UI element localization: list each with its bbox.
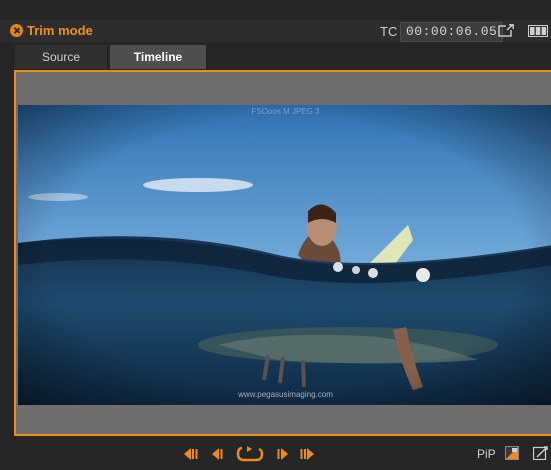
timecode-label: TC [380,24,398,39]
pip-label: PiP [477,447,496,461]
timecode-field[interactable]: 00:00:06.05 [400,22,504,42]
layout-icon[interactable] [528,25,548,37]
window-title: Trim mode [27,23,93,38]
watermark-bottom: www.pegasusimaging.com [238,390,333,399]
pip-edit-icon[interactable] [533,446,549,460]
pip-toggle-icon[interactable] [505,446,519,460]
tab-timeline[interactable]: Timeline [110,45,206,69]
video-image [18,105,551,405]
transport-bar: PiP [0,438,551,470]
watermark-top: FSOoos M JPEG 3 [251,107,320,116]
preview-viewer[interactable]: FSOoos M JPEG 3 www.pegasusimaging.com [14,70,551,436]
video-frame: FSOoos M JPEG 3 www.pegasusimaging.com [18,105,551,405]
step-forward-icon[interactable] [276,446,290,462]
loop-play-icon[interactable] [236,444,264,464]
go-to-end-icon[interactable] [300,446,316,462]
go-to-start-icon[interactable] [182,446,198,462]
step-back-icon[interactable] [210,446,224,462]
tab-bar: Source Timeline [0,45,551,69]
close-icon[interactable] [10,24,23,37]
title-bar: Trim mode TC 00:00:06.05 [0,20,551,42]
tab-source[interactable]: Source [15,45,107,69]
expand-icon[interactable] [498,24,514,38]
